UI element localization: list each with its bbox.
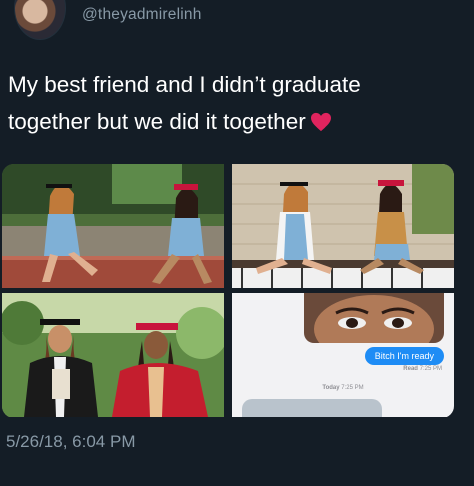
tweet-text-line-2: together but we did it together (8, 103, 468, 140)
media-grid: Bitch I'm ready Read 7:25 PM Today 7:25 … (2, 164, 454, 418)
profile-handle[interactable]: @theyadmirelinh (82, 6, 202, 24)
today-time: 7:25 PM (341, 385, 364, 391)
photo-graduates-in-gowns[interactable] (2, 293, 224, 417)
tweet-timestamp[interactable]: 5/26/18, 6:04 PM (6, 432, 135, 452)
read-label: Read (403, 366, 418, 372)
chat-outgoing-bubble: Bitch I'm ready (364, 347, 444, 365)
chat-incoming-bubble (242, 399, 382, 417)
profile-avatar[interactable] (14, 0, 66, 40)
chat-shared-photo (304, 293, 444, 343)
today-label: Today (322, 385, 340, 391)
tweet-text: My best friend and I didn’t graduate tog… (8, 66, 468, 140)
read-time: 7:25 PM (419, 366, 442, 372)
photo-graduates-sitting-park[interactable] (2, 164, 224, 288)
photo-imessage-screenshot[interactable]: Bitch I'm ready Read 7:25 PM Today 7:25 … (232, 293, 454, 417)
chat-read-receipt: Read 7:25 PM (403, 366, 442, 372)
tweet-text-line-1: My best friend and I didn’t graduate (8, 72, 361, 97)
heart-icon (310, 106, 332, 132)
tweet-text-line-2-words: together but we did it together (8, 109, 306, 134)
chat-date-divider: Today 7:25 PM (232, 385, 454, 391)
photo-graduates-brick-wall[interactable] (232, 164, 454, 288)
